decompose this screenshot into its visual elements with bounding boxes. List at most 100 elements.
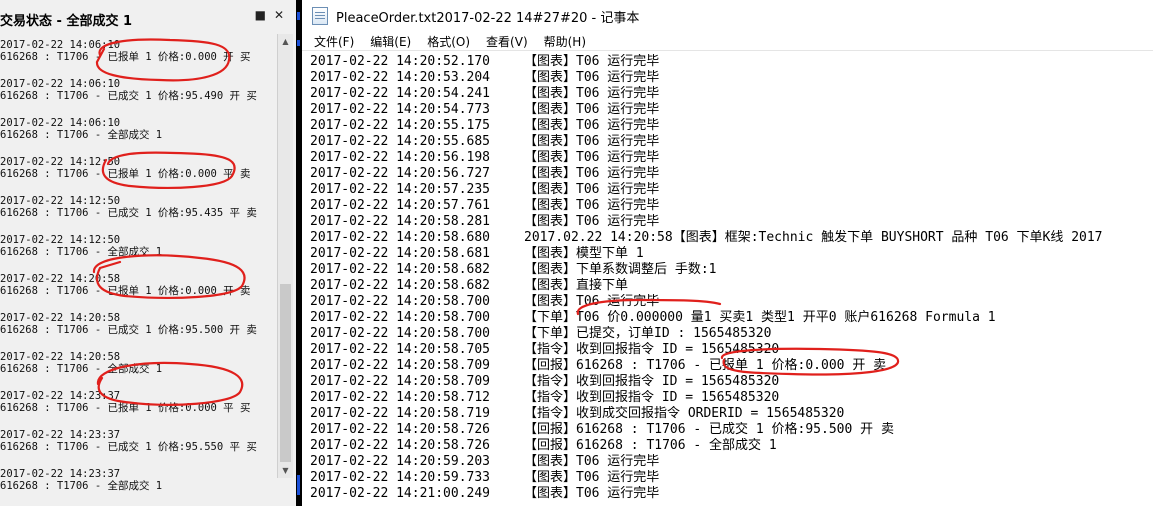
entry-detail: 616268 : T1706 - 已成交 1 价格:95.500 开 卖 [0,324,257,336]
log-message: 【回报】616268 : T1706 - 已成交 1 价格:95.500 开 卖 [524,422,894,437]
menu-help[interactable]: 帮助(H) [544,33,586,50]
log-line: 2017-02-22 14:20:56.727 【图表】T06 运行完毕 [310,166,1153,182]
log-line: 2017-02-22 14:20:58.700 【下单】T06 价0.000000… [310,310,1153,326]
entry-detail: 616268 : T1706 - 全部成交 1 [0,246,163,258]
log-timestamp: 2017-02-22 14:20:58.719 [310,406,491,421]
pin-icon[interactable]: ■ [255,8,266,22]
log-timestamp: 2017-02-22 14:20:57.761 [310,198,491,213]
log-message: 【指令】收到回报指令 ID = 1565485320 [524,342,780,357]
log-line: 2017-02-22 14:20:55.685 【图表】T06 运行完毕 [310,134,1153,150]
entry-time: 2017-02-22 14:20:58 [0,273,121,285]
panel-scrollbar[interactable]: ▲ ▼ [277,34,293,478]
log-message: 【下单】T06 价0.000000 量1 买卖1 类型1 开平0 账户61626… [524,310,996,325]
list-item[interactable]: 2017-02-22 14:23:37 616268 : T1706 - 已报单 … [0,390,276,426]
log-message: 【图表】T06 运行完毕 [524,150,660,165]
log-line: 2017-02-22 14:20:58.709 【回报】616268 : T170… [310,358,1153,374]
log-timestamp: 2017-02-22 14:20:53.204 [310,70,491,85]
log-message: 【指令】收到成交回报指令 ORDERID = 1565485320 [524,406,845,421]
panel-titlebar: 交易状态 - 全部成交 1 ■ ✕ [0,8,290,30]
log-message: 【图表】T06 运行完毕 [524,486,660,501]
notepad-titlebar: PleaceOrder.txt2017-02-22 14#27#20 - 记事本 [302,0,1153,32]
log-message: 【图表】T06 运行完毕 [524,86,660,101]
list-item[interactable]: 2017-02-22 14:20:58 616268 : T1706 - 全部成交… [0,351,276,387]
log-line: 2017-02-22 14:20:58.680 2017.02.22 14:20:… [310,230,1153,246]
log-timestamp: 2017-02-22 14:20:58.705 [310,342,491,357]
log-line: 2017-02-22 14:20:54.773 【图表】T06 运行完毕 [310,102,1153,118]
entry-time: 2017-02-22 14:12:50 [0,234,121,246]
log-message: 【指令】收到回报指令 ID = 1565485320 [524,374,780,389]
entry-time: 2017-02-22 14:12:50 [0,195,121,207]
log-line: 2017-02-22 14:20:53.204 【图表】T06 运行完毕 [310,70,1153,86]
accent-mark [297,40,300,46]
entry-detail: 616268 : T1706 - 已报单 1 价格:0.000 平 买 [0,402,251,414]
entry-time: 2017-02-22 14:23:37 [0,390,121,402]
log-message: 【图表】T06 运行完毕 [524,470,660,485]
log-line: 2017-02-22 14:20:58.705 【指令】收到回报指令 ID = 1… [310,342,1153,358]
scroll-thumb[interactable] [280,284,291,462]
list-item[interactable]: 2017-02-22 14:12:50 616268 : T1706 - 全部成交… [0,234,276,270]
log-timestamp: 2017-02-22 14:20:52.170 [310,54,491,69]
entry-detail: 616268 : T1706 - 已成交 1 价格:95.550 平 买 [0,441,257,453]
menu-format[interactable]: 格式(O) [427,33,470,50]
log-message: 【图表】T06 运行完毕 [524,454,660,469]
log-line: 2017-02-22 14:20:59.733 【图表】T06 运行完毕 [310,470,1153,486]
log-timestamp: 2017-02-22 14:20:58.682 [310,278,491,293]
log-message: 【图表】T06 运行完毕 [524,118,660,133]
entry-time: 2017-02-22 14:20:58 [0,312,121,324]
log-message: 【图表】T06 运行完毕 [524,70,660,85]
entry-detail: 616268 : T1706 - 全部成交 1 [0,480,163,492]
log-line: 2017-02-22 14:20:56.198 【图表】T06 运行完毕 [310,150,1153,166]
log-line: 2017-02-22 14:20:54.241 【图表】T06 运行完毕 [310,86,1153,102]
log-line: 2017-02-22 14:21:00.249 【图表】T06 运行完毕 [310,486,1153,502]
list-item[interactable]: 2017-02-22 14:06:10 616268 : T1706 - 已报单 … [0,39,276,75]
log-line: 2017-02-22 14:20:58.726 【回报】616268 : T170… [310,422,1153,438]
log-message: 【图表】下单系数调整后 手数:1 [524,262,717,277]
log-timestamp: 2017-02-22 14:20:58.726 [310,422,491,437]
log-timestamp: 2017-02-22 14:20:58.681 [310,246,491,261]
log-timestamp: 2017-02-22 14:20:58.712 [310,390,491,405]
text-area[interactable]: 2017-02-22 14:20:52.170 【图表】T06 运行完毕 2017-… [310,54,1153,506]
accent-mark [297,475,300,495]
menu-edit[interactable]: 编辑(E) [370,33,411,50]
entry-detail: 616268 : T1706 - 已成交 1 价格:95.435 平 卖 [0,207,257,219]
log-timestamp: 2017-02-22 14:20:58.680 [310,230,491,245]
log-message: 【图表】T06 运行完毕 [524,182,660,197]
log-timestamp: 2017-02-22 14:20:58.682 [310,262,491,277]
log-line: 2017-02-22 14:20:52.170 【图表】T06 运行完毕 [310,54,1153,70]
entry-detail: 616268 : T1706 - 全部成交 1 [0,363,163,375]
log-line: 2017-02-22 14:20:58.682 【图表】直接下单 [310,278,1153,294]
entry-time: 2017-02-22 14:06:10 [0,78,121,90]
menu-view[interactable]: 查看(V) [486,33,528,50]
list-item[interactable]: 2017-02-22 14:06:10 616268 : T1706 - 全部成交… [0,117,276,153]
log-message: 【回报】616268 : T1706 - 已报单 1 价格:0.000 开 卖 [524,358,887,373]
log-timestamp: 2017-02-22 14:20:59.203 [310,454,491,469]
log-message: 【图表】T06 运行完毕 [524,294,660,309]
entry-time: 2017-02-22 14:23:37 [0,468,121,480]
log-line: 2017-02-22 14:20:59.203 【图表】T06 运行完毕 [310,454,1153,470]
log-line: 2017-02-22 14:20:57.235 【图表】T06 运行完毕 [310,182,1153,198]
log-message: 【下单】已提交，订单ID : 1565485320 [524,326,772,341]
log-line: 2017-02-22 14:20:58.281 【图表】T06 运行完毕 [310,214,1153,230]
list-item[interactable]: 2017-02-22 14:06:10 616268 : T1706 - 已成交 … [0,78,276,114]
log-timestamp: 2017-02-22 14:20:59.733 [310,470,491,485]
accent-mark [297,12,300,20]
list-item[interactable]: 2017-02-22 14:12:50 616268 : T1706 - 已报单 … [0,156,276,192]
log-line: 2017-02-22 14:20:55.175 【图表】T06 运行完毕 [310,118,1153,134]
close-icon[interactable]: ✕ [274,8,284,22]
list-item[interactable]: 2017-02-22 14:20:58 616268 : T1706 - 已报单 … [0,273,276,309]
list-item[interactable]: 2017-02-22 14:12:50 616268 : T1706 - 已成交 … [0,195,276,231]
log-message: 【图表】T06 运行完毕 [524,102,660,117]
menu-file[interactable]: 文件(F) [314,33,354,50]
list-item[interactable]: 2017-02-22 14:23:37 616268 : T1706 - 全部成交… [0,468,276,504]
scroll-up-icon[interactable]: ▲ [278,34,293,49]
log-message: 【图表】T06 运行完毕 [524,134,660,149]
list-item[interactable]: 2017-02-22 14:23:37 616268 : T1706 - 已成交 … [0,429,276,465]
log-timestamp: 2017-02-22 14:20:57.235 [310,182,491,197]
trade-status-list[interactable]: 2017-02-22 14:06:10 616268 : T1706 - 已报单 … [0,36,276,506]
log-message: 2017.02.22 14:20:58【图表】框架:Technic 触发下单 B… [524,230,1103,245]
scroll-down-icon[interactable]: ▼ [278,463,293,478]
entry-detail: 616268 : T1706 - 已成交 1 价格:95.490 开 买 [0,90,257,102]
log-message: 【图表】T06 运行完毕 [524,214,660,229]
list-item[interactable]: 2017-02-22 14:20:58 616268 : T1706 - 已成交 … [0,312,276,348]
log-timestamp: 2017-02-22 14:20:58.709 [310,358,491,373]
